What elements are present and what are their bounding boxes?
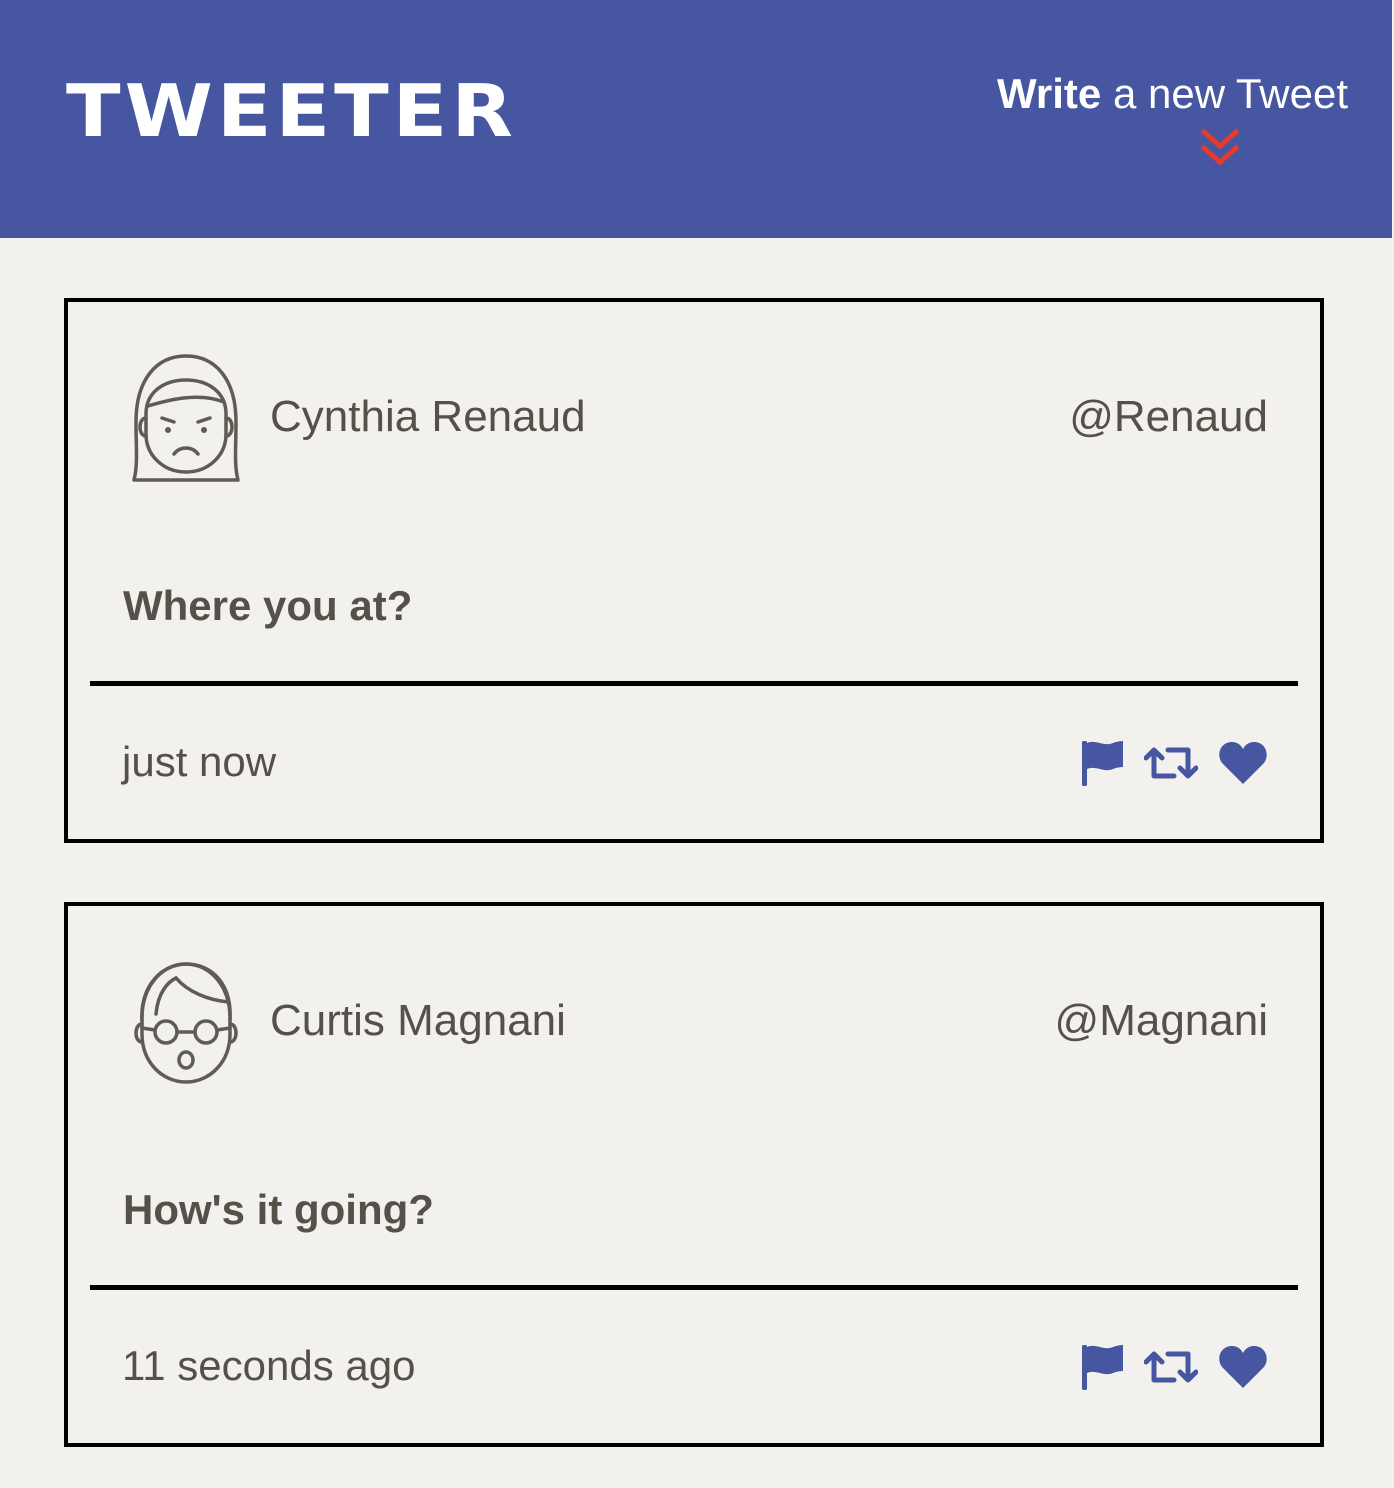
flag-icon[interactable] xyxy=(1080,1342,1124,1392)
flag-icon[interactable] xyxy=(1080,738,1124,788)
double-chevron-down-icon[interactable] xyxy=(1200,126,1240,170)
divider xyxy=(90,1285,1298,1290)
user-handle: @Magnani xyxy=(1054,996,1268,1045)
write-new-tweet-toggle[interactable]: Write a new Tweet xyxy=(968,70,1348,166)
heart-icon[interactable] xyxy=(1218,1342,1268,1392)
tweet-content: Where you at? xyxy=(123,582,413,629)
tweet-card: Cynthia Renaud @Renaud Where you at? jus… xyxy=(64,298,1324,843)
heart-icon[interactable] xyxy=(1218,738,1268,788)
navbar: TWEETER Write a new Tweet xyxy=(0,0,1392,238)
divider xyxy=(90,681,1298,686)
tweet-actions xyxy=(1080,738,1268,788)
tweet-timestamp: just now xyxy=(122,738,277,785)
write-label-rest: a new Tweet xyxy=(1101,70,1348,117)
user-name: Curtis Magnani xyxy=(270,996,566,1045)
man-with-glasses-avatar-icon xyxy=(128,956,244,1088)
retweet-icon[interactable] xyxy=(1144,738,1198,788)
user-handle: @Renaud xyxy=(1069,392,1268,441)
tweet-card: Curtis Magnani @Magnani How's it going? … xyxy=(64,902,1324,1447)
tweet-actions xyxy=(1080,1342,1268,1392)
woman-frowning-avatar-icon xyxy=(128,352,244,484)
brand-logo[interactable]: TWEETER xyxy=(66,74,517,150)
write-label-bold: Write xyxy=(997,70,1102,117)
retweet-icon[interactable] xyxy=(1144,1342,1198,1392)
write-new-tweet-label: Write a new Tweet xyxy=(968,70,1348,118)
user-name: Cynthia Renaud xyxy=(270,392,586,441)
tweet-timestamp: 11 seconds ago xyxy=(122,1342,416,1389)
tweet-content: How's it going? xyxy=(123,1186,434,1233)
